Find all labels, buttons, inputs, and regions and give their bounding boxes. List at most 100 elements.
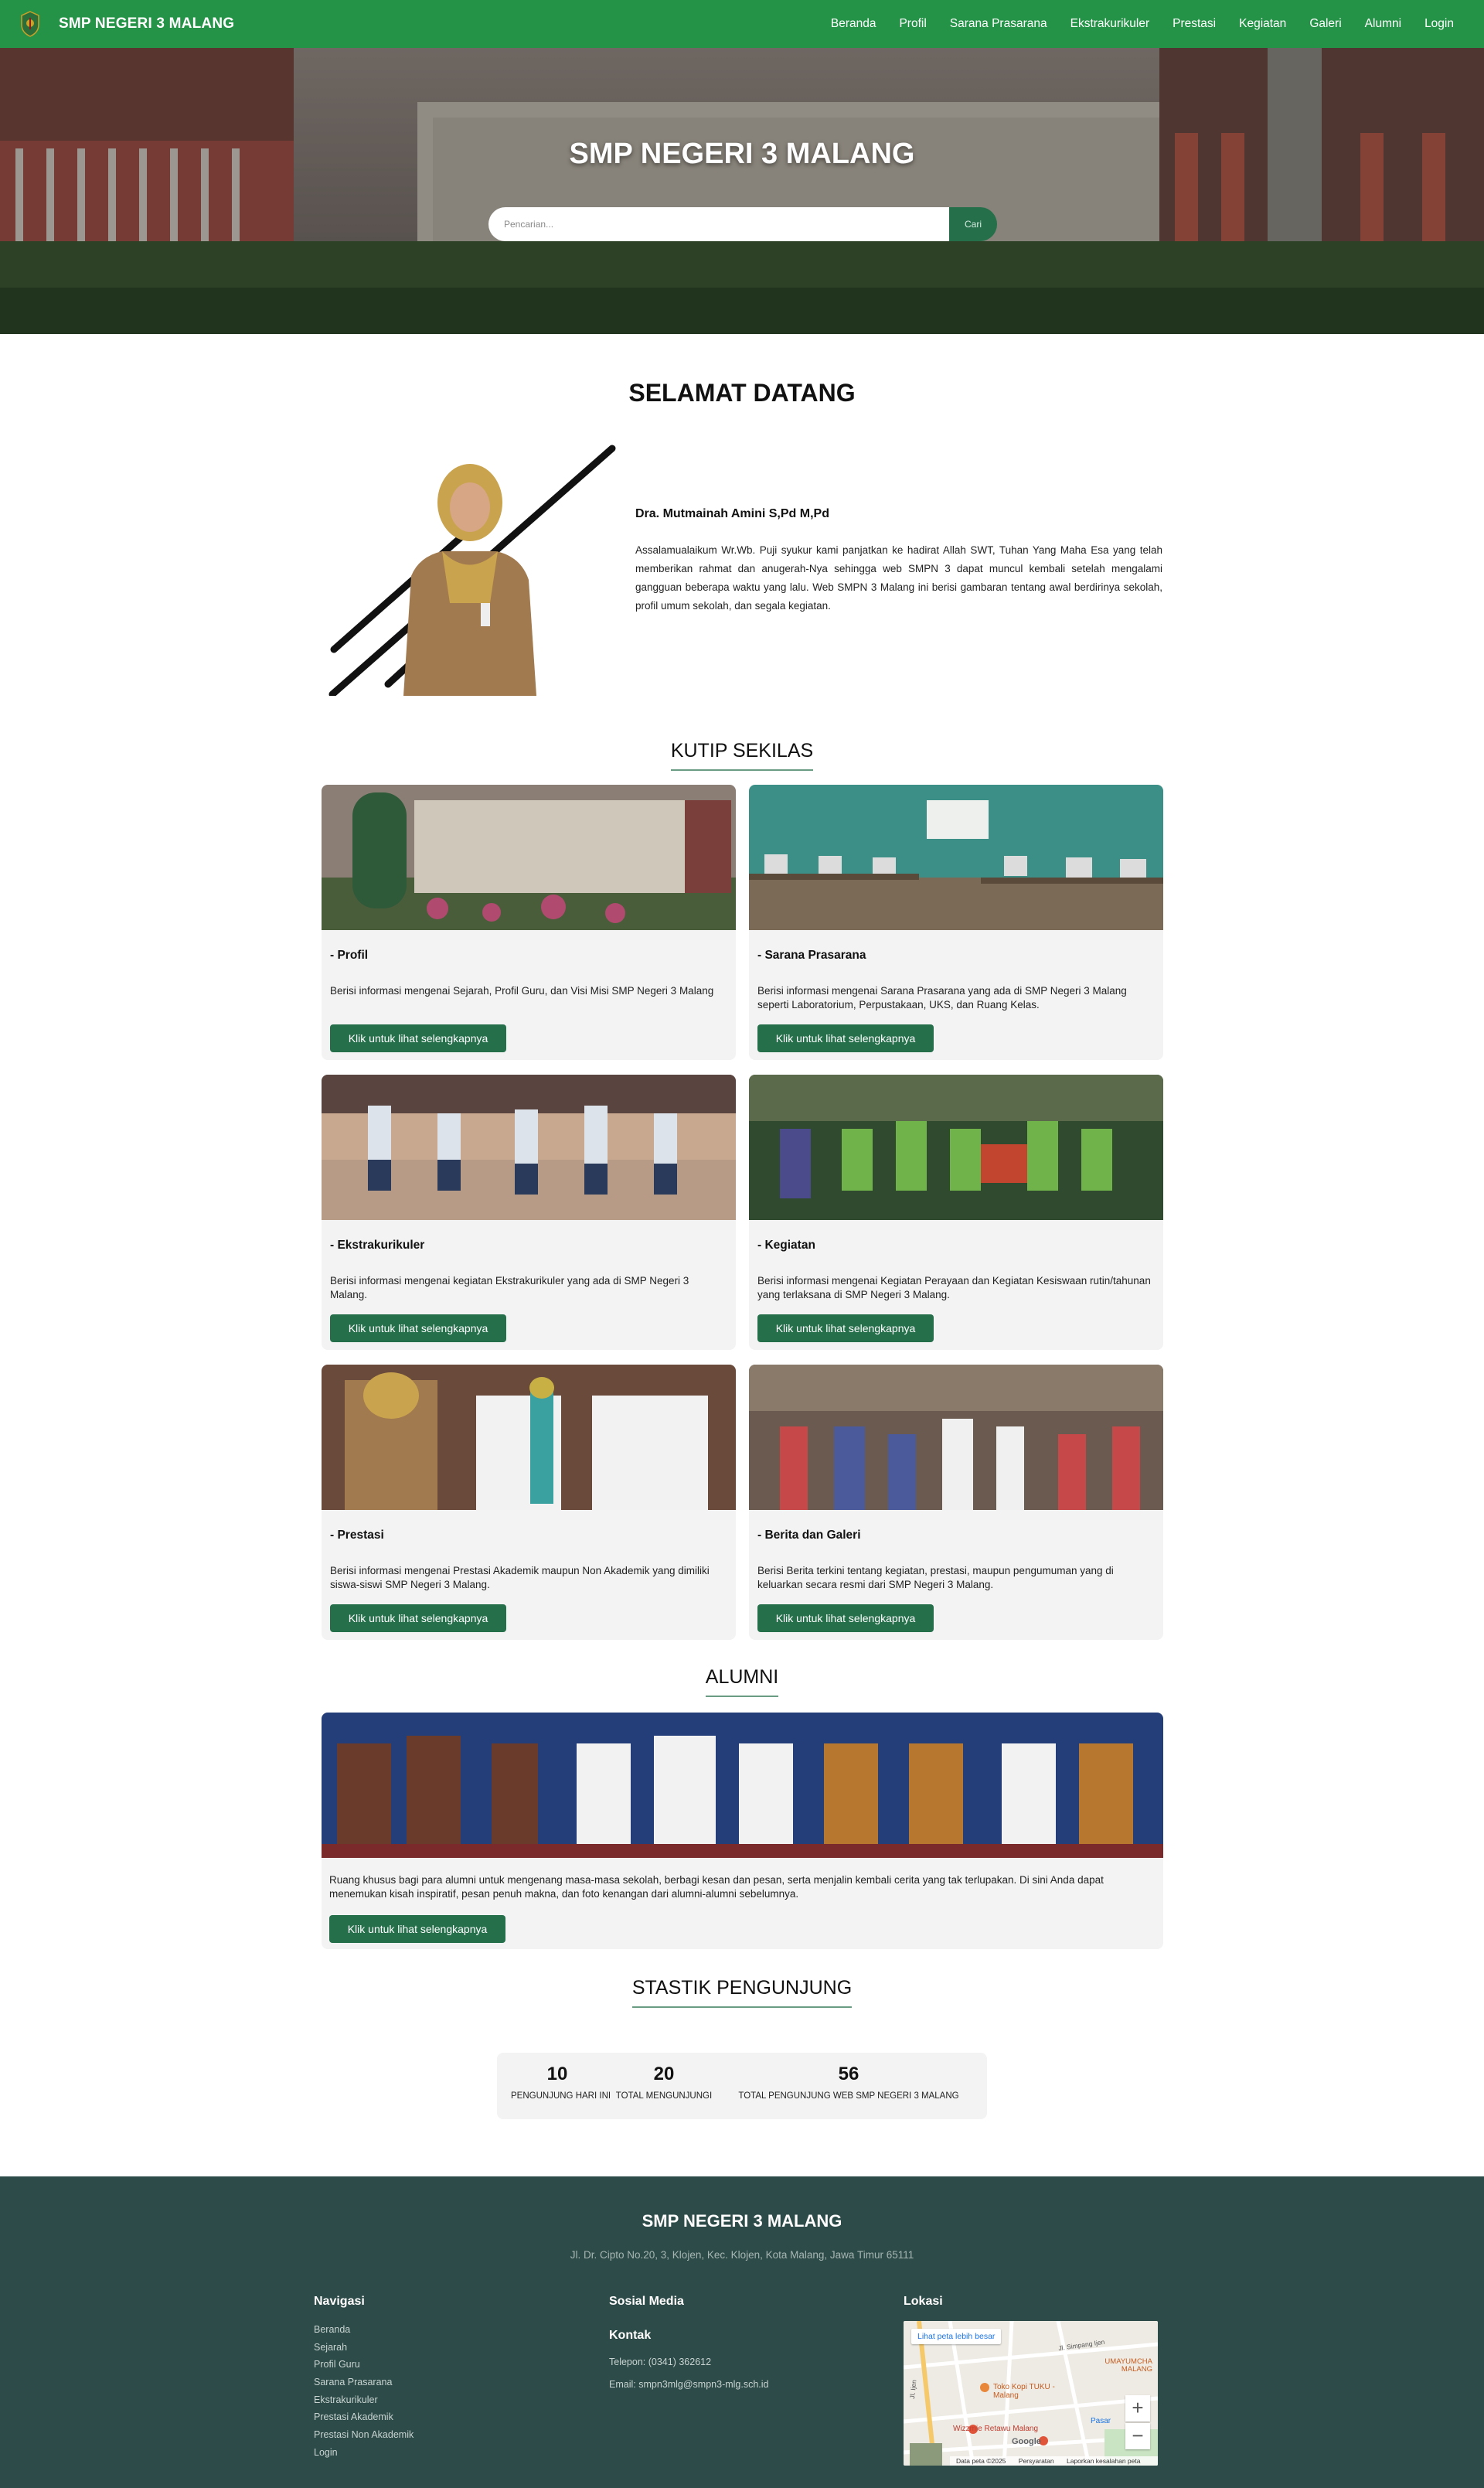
card-image-martial-arts	[322, 1075, 736, 1220]
stats-title: STASTIK PENGUNJUNG	[0, 1977, 1484, 2008]
card-profil: - Profil Berisi informasi mengenai Sejar…	[322, 785, 736, 1060]
card-image-trophy	[322, 1365, 736, 1510]
footer-address: Jl. Dr. Cipto No.20, 3, Klojen, Kec. Klo…	[570, 2249, 914, 2261]
alumni-image	[322, 1713, 1163, 1858]
alumni-more-button[interactable]: Klik untuk lihat selengkapnya	[329, 1915, 505, 1943]
alumni-heading: ALUMNI	[705, 1666, 779, 1697]
footer-nav-sarana-prasarana[interactable]: Sarana Prasarana	[314, 2374, 414, 2391]
nav-profil[interactable]: Profil	[887, 17, 938, 31]
card-image-school-sign	[322, 785, 736, 930]
map-zoom-out-button[interactable]: −	[1125, 2423, 1150, 2449]
footer-nav-profil-guru[interactable]: Profil Guru	[314, 2356, 414, 2374]
nav-prestasi[interactable]: Prestasi	[1161, 17, 1227, 31]
card-title: - Ekstrakurikuler	[330, 1239, 425, 1252]
footer-nav-sejarah[interactable]: Sejarah	[314, 2339, 414, 2357]
card-image-news-gallery	[749, 1365, 1163, 1510]
nav-menu: Beranda Profil Sarana Prasarana Ekstraku…	[819, 17, 1465, 31]
footer-nav-prestasi-non-akademik[interactable]: Prestasi Non Akademik	[314, 2426, 414, 2444]
card-ekstrakurikuler: - Ekstrakurikuler Berisi informasi menge…	[322, 1075, 736, 1350]
stat-today: 10 PENGUNJUNG HARI INI	[511, 2064, 611, 2101]
stat-value: 56	[838, 2064, 859, 2084]
stat-value: 20	[653, 2064, 675, 2084]
card-more-button[interactable]: Klik untuk lihat selengkapnya	[757, 1024, 934, 1052]
map-zoom-in-button[interactable]: +	[1125, 2395, 1150, 2422]
footer-nav-ekstrakurikuler[interactable]: Ekstrakurikuler	[314, 2391, 414, 2409]
stat-label: TOTAL MENGUNJUNGI	[615, 2091, 713, 2101]
card-sarana-prasarana: - Sarana Prasarana Berisi informasi meng…	[749, 785, 1163, 1060]
footer-email[interactable]: Email: smpn3mlg@smpn3-mlg.sch.id	[609, 2379, 769, 2390]
nav-ekstrakurikuler[interactable]: Ekstrakurikuler	[1059, 17, 1162, 31]
alumni-description: Ruang khusus bagi para alumni untuk meng…	[329, 1874, 1104, 1900]
search-bar: Cari	[488, 207, 997, 241]
nav-login[interactable]: Login	[1413, 17, 1465, 31]
welcome-title: SELAMAT DATANG	[628, 379, 856, 407]
footer-social-title: Sosial Media	[609, 2295, 684, 2308]
card-more-button[interactable]: Klik untuk lihat selengkapnya	[330, 1314, 506, 1342]
kutip-sekilas-title: KUTIP SEKILAS	[0, 740, 1484, 771]
footer-phone: Telepon: (0341) 362612	[609, 2357, 712, 2367]
footer-nav: Beranda Sejarah Profil Guru Sarana Prasa…	[314, 2321, 414, 2462]
stat-label: TOTAL PENGUNJUNG WEB SMP NEGERI 3 MALANG	[738, 2091, 959, 2101]
footer-nav-login[interactable]: Login	[314, 2444, 414, 2462]
stat-label: PENGUNJUNG HARI INI	[511, 2091, 611, 2101]
map-data-credit: Data peta ©2025	[956, 2457, 1006, 2465]
stat-value: 10	[546, 2064, 568, 2084]
nav-beranda[interactable]: Beranda	[819, 17, 888, 31]
welcome-message: Assalamualaikum Wr.Wb. Puji syukur kami …	[635, 544, 1162, 612]
map-label-pasar: Pasar	[1091, 2417, 1111, 2425]
map-label-umayumcha: UMAYUMCHA MALANG	[1104, 2357, 1152, 2374]
map-report-link[interactable]: Laporkan kesalahan peta	[1067, 2457, 1140, 2465]
visitor-stats: 10 PENGUNJUNG HARI INI 20 TOTAL MENGUNJU…	[497, 2053, 987, 2119]
search-input[interactable]	[488, 207, 949, 241]
card-description: Berisi informasi mengenai Sejarah, Profi…	[330, 985, 714, 997]
alumni-title: ALUMNI	[0, 1666, 1484, 1697]
card-description: Berisi Berita terkini tentang kegiatan, …	[757, 1565, 1114, 1590]
footer-nav-beranda[interactable]: Beranda	[314, 2321, 414, 2339]
card-more-button[interactable]: Klik untuk lihat selengkapnya	[330, 1024, 506, 1052]
hero-background-image	[0, 48, 1484, 334]
map-label-wizzmie: Wizzmie Retawu Malang	[953, 2425, 1039, 2433]
hero-title: SMP NEGERI 3 MALANG	[569, 138, 915, 170]
card-more-button[interactable]: Klik untuk lihat selengkapnya	[757, 1604, 934, 1632]
card-prestasi: - Prestasi Berisi informasi mengenai Pre…	[322, 1365, 736, 1640]
brand[interactable]: SMP NEGERI 3 MALANG	[17, 9, 234, 39]
footer: SMP NEGERI 3 MALANG Jl. Dr. Cipto No.20,…	[0, 2176, 1484, 2488]
stats-heading: STASTIK PENGUNJUNG	[631, 1977, 853, 2008]
hero-banner: SMP NEGERI 3 MALANG Cari	[0, 48, 1484, 334]
location-map[interactable]: Toko Kopi TUKU - Malang Wizzmie Retawu M…	[904, 2321, 1158, 2466]
principal-photo	[328, 445, 616, 696]
map-terms-link[interactable]: Persyaratan	[1019, 2457, 1054, 2465]
card-description: Berisi informasi mengenai Sarana Prasara…	[757, 985, 1127, 1011]
nav-galeri[interactable]: Galeri	[1298, 17, 1353, 31]
footer-location-title: Lokasi	[904, 2295, 943, 2308]
kutip-sekilas-heading: KUTIP SEKILAS	[670, 740, 814, 771]
alumni-card: Ruang khusus bagi para alumni untuk meng…	[322, 1713, 1163, 1949]
map-view-larger-link[interactable]: Lihat peta lebih besar	[911, 2329, 1002, 2344]
card-description: Berisi informasi mengenai kegiatan Ekstr…	[330, 1275, 689, 1300]
stat-total-visits: 20 TOTAL MENGUNJUNGI	[611, 2064, 716, 2101]
card-more-button[interactable]: Klik untuk lihat selengkapnya	[757, 1314, 934, 1342]
card-title: - Profil	[330, 949, 369, 962]
card-berita-galeri: - Berita dan Galeri Berisi Berita terkin…	[749, 1365, 1163, 1640]
navbar: SMP NEGERI 3 MALANG Beranda Profil Saran…	[0, 0, 1484, 48]
footer-contact-title: Kontak	[609, 2329, 652, 2342]
nav-kegiatan[interactable]: Kegiatan	[1227, 17, 1298, 31]
card-image-group-activity	[749, 1075, 1163, 1220]
nav-alumni[interactable]: Alumni	[1353, 17, 1413, 31]
card-kegiatan: - Kegiatan Berisi informasi mengenai Keg…	[749, 1075, 1163, 1350]
map-attribution: Data peta ©2025 Persyaratan Laporkan kes…	[950, 2456, 1158, 2466]
stat-total-web: 56 TOTAL PENGUNJUNG WEB SMP NEGERI 3 MAL…	[724, 2064, 973, 2101]
nav-sarana-prasarana[interactable]: Sarana Prasarana	[938, 17, 1059, 31]
card-title: - Kegiatan	[757, 1239, 815, 1252]
card-more-button[interactable]: Klik untuk lihat selengkapnya	[330, 1604, 506, 1632]
footer-title: SMP NEGERI 3 MALANG	[642, 2211, 842, 2231]
search-button[interactable]: Cari	[949, 207, 997, 241]
card-title: - Prestasi	[330, 1529, 384, 1542]
card-image-computer-lab	[749, 785, 1163, 930]
footer-nav-title: Navigasi	[314, 2295, 365, 2308]
principal-name: Dra. Mutmainah Amini S,Pd M,Pd	[635, 507, 829, 520]
card-title: - Berita dan Galeri	[757, 1529, 861, 1542]
card-title: - Sarana Prasarana	[757, 949, 866, 962]
school-logo-icon	[17, 9, 43, 39]
footer-nav-prestasi-akademik[interactable]: Prestasi Akademik	[314, 2408, 414, 2426]
